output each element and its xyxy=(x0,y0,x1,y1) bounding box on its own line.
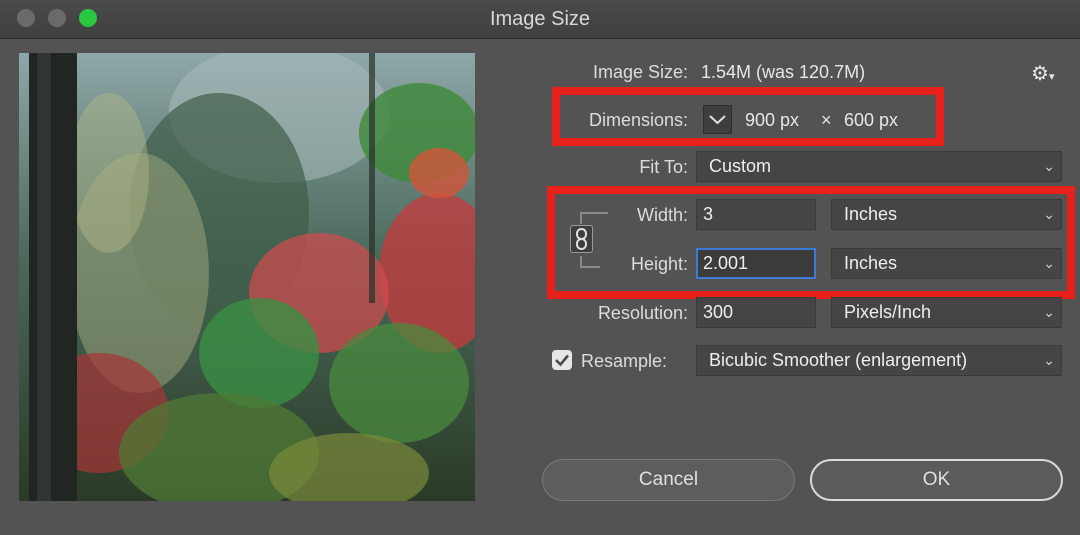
title-bar: Image Size xyxy=(0,0,1080,39)
chevron-down-icon: ⌄ xyxy=(1043,158,1055,174)
cancel-button[interactable]: Cancel xyxy=(542,459,795,501)
resample-label: Resample: xyxy=(581,351,668,371)
width-unit-select[interactable]: Inches ⌄ xyxy=(831,199,1062,230)
resample-method-value: Bicubic Smoother (enlargement) xyxy=(709,350,968,370)
chevron-down-icon: ⌄ xyxy=(1043,206,1055,222)
dimensions-times: × xyxy=(821,110,832,130)
ok-button[interactable]: OK xyxy=(810,459,1063,501)
fit-to-select[interactable]: Custom ⌄ xyxy=(696,151,1062,182)
chain-link-icon xyxy=(576,228,587,250)
chevron-down-icon: ⌄ xyxy=(1043,352,1055,368)
image-preview[interactable] xyxy=(19,53,475,501)
dimensions-label: Dimensions: xyxy=(588,110,688,130)
constrain-proportions-toggle[interactable] xyxy=(570,225,593,253)
height-label: Height: xyxy=(630,254,688,274)
fit-to-label: Fit To: xyxy=(639,157,688,177)
fit-to-value: Custom xyxy=(709,156,772,176)
gear-icon[interactable]: ⚙▾ xyxy=(1031,61,1054,86)
dimensions-unit-menu[interactable] xyxy=(703,105,732,134)
chevron-down-icon: ▾ xyxy=(1048,71,1055,83)
checkmark-icon xyxy=(555,354,569,367)
height-input[interactable]: 2.001 xyxy=(696,248,816,279)
chevron-down-icon: ⌄ xyxy=(1043,304,1055,320)
resample-checkbox[interactable] xyxy=(552,350,572,370)
dimensions-width: 900 px xyxy=(745,110,800,130)
window-title: Image Size xyxy=(489,8,591,30)
resample-method-select[interactable]: Bicubic Smoother (enlargement) ⌄ xyxy=(696,345,1062,376)
height-unit-select[interactable]: Inches ⌄ xyxy=(831,248,1062,279)
dimensions-height: 600 px xyxy=(844,110,899,130)
width-input[interactable]: 3 xyxy=(696,199,816,230)
image-size-dialog: Image Size Image Size: 1.54M (was 120.7M… xyxy=(0,0,1080,535)
chevron-down-icon: ⌄ xyxy=(1043,255,1055,271)
image-size-label: Image Size: xyxy=(592,62,688,82)
width-label: Width: xyxy=(636,205,688,225)
resolution-unit-value: Pixels/Inch xyxy=(844,302,932,322)
forest-photo xyxy=(19,53,475,501)
height-unit-value: Inches xyxy=(844,253,898,273)
resolution-label: Resolution: xyxy=(597,303,688,323)
width-unit-value: Inches xyxy=(844,204,898,224)
chevron-down-icon xyxy=(709,115,726,125)
image-size-value: 1.54M (was 120.7M) xyxy=(701,62,866,82)
resolution-unit-select[interactable]: Pixels/Inch ⌄ xyxy=(831,297,1062,328)
resolution-input[interactable]: 300 xyxy=(696,297,816,328)
